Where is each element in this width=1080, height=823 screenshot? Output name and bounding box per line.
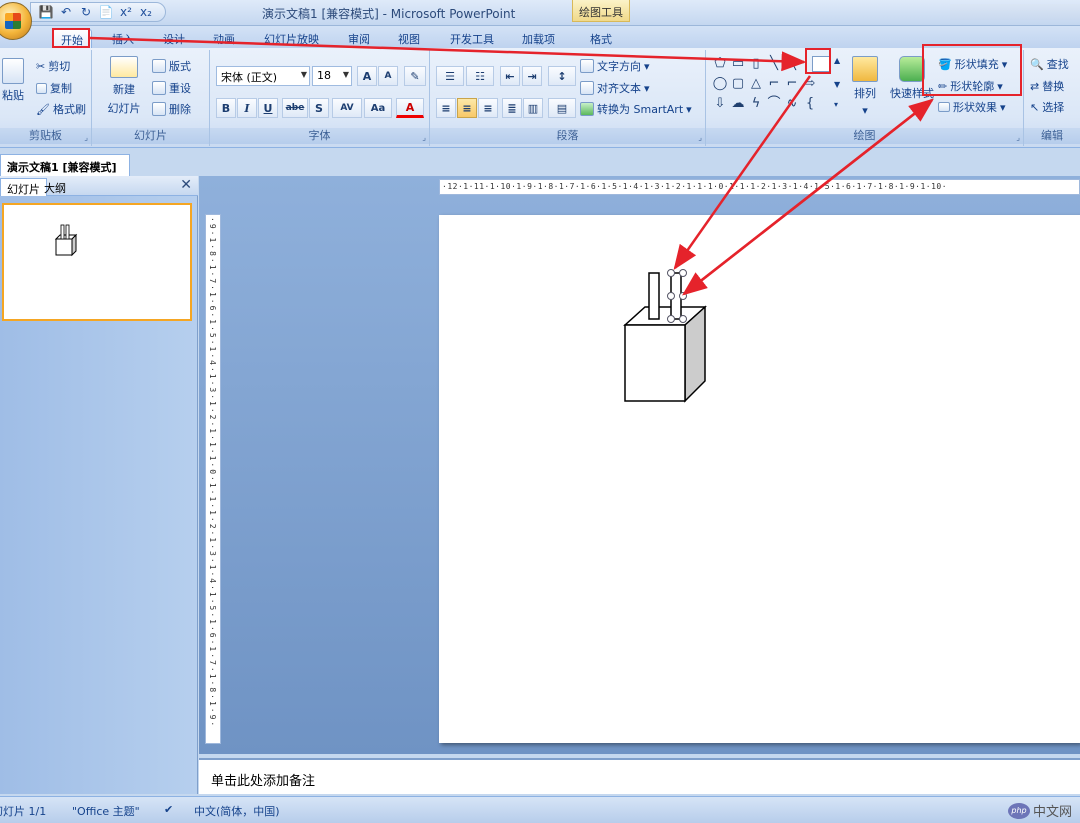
office-logo-icon [5,13,21,29]
annotation-arrows [89,36,934,296]
